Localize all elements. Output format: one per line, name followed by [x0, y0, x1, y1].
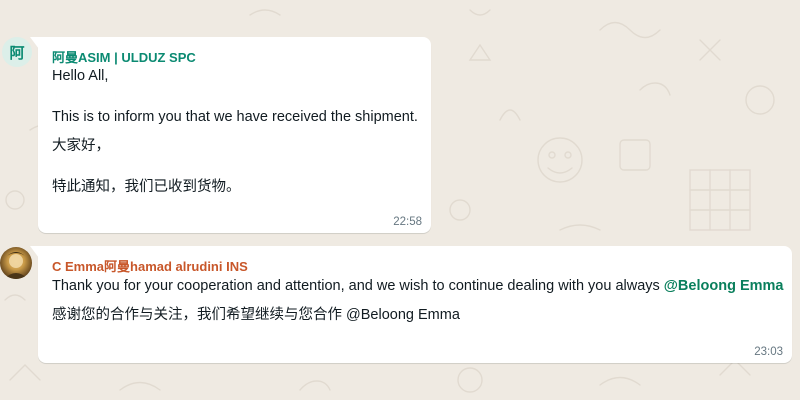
avatar-initial: 阿: [9, 44, 25, 62]
message-bubble[interactable]: C Emma阿曼hamad alrudini INS Thank you for…: [30, 246, 792, 363]
profile-photo-icon: [4, 252, 28, 279]
sender-avatar-photo[interactable]: [0, 247, 32, 279]
message-text: This is to inform you that we have recei…: [52, 109, 418, 125]
message-bubble[interactable]: 阿曼ASIM | ULDUZ SPC Hello All, This is to…: [30, 37, 431, 233]
message-timestamp: 22:58: [393, 216, 422, 228]
bubble-tail: [30, 246, 39, 258]
mention-link[interactable]: @Beloong Emma: [664, 278, 784, 294]
sender-avatar[interactable]: 阿: [2, 37, 32, 67]
message-timestamp: 23:03: [754, 346, 783, 358]
message-text: Thank you for your cooperation and atten…: [52, 277, 783, 295]
message-text: 特此通知，我们已收到货物。: [52, 179, 241, 195]
bubble-tail: [30, 37, 39, 49]
sender-name[interactable]: 阿曼ASIM | ULDUZ SPC: [52, 47, 196, 66]
message-text-body: Thank you for your cooperation and atten…: [52, 278, 664, 294]
message-text: Hello All,: [52, 68, 109, 84]
sender-name[interactable]: C Emma阿曼hamad alrudini INS: [52, 256, 248, 275]
message-text: 大家好，: [52, 138, 110, 154]
message-text: 感谢您的合作与关注，我们希望继续与您合作 @Beloong Emma: [52, 307, 460, 323]
